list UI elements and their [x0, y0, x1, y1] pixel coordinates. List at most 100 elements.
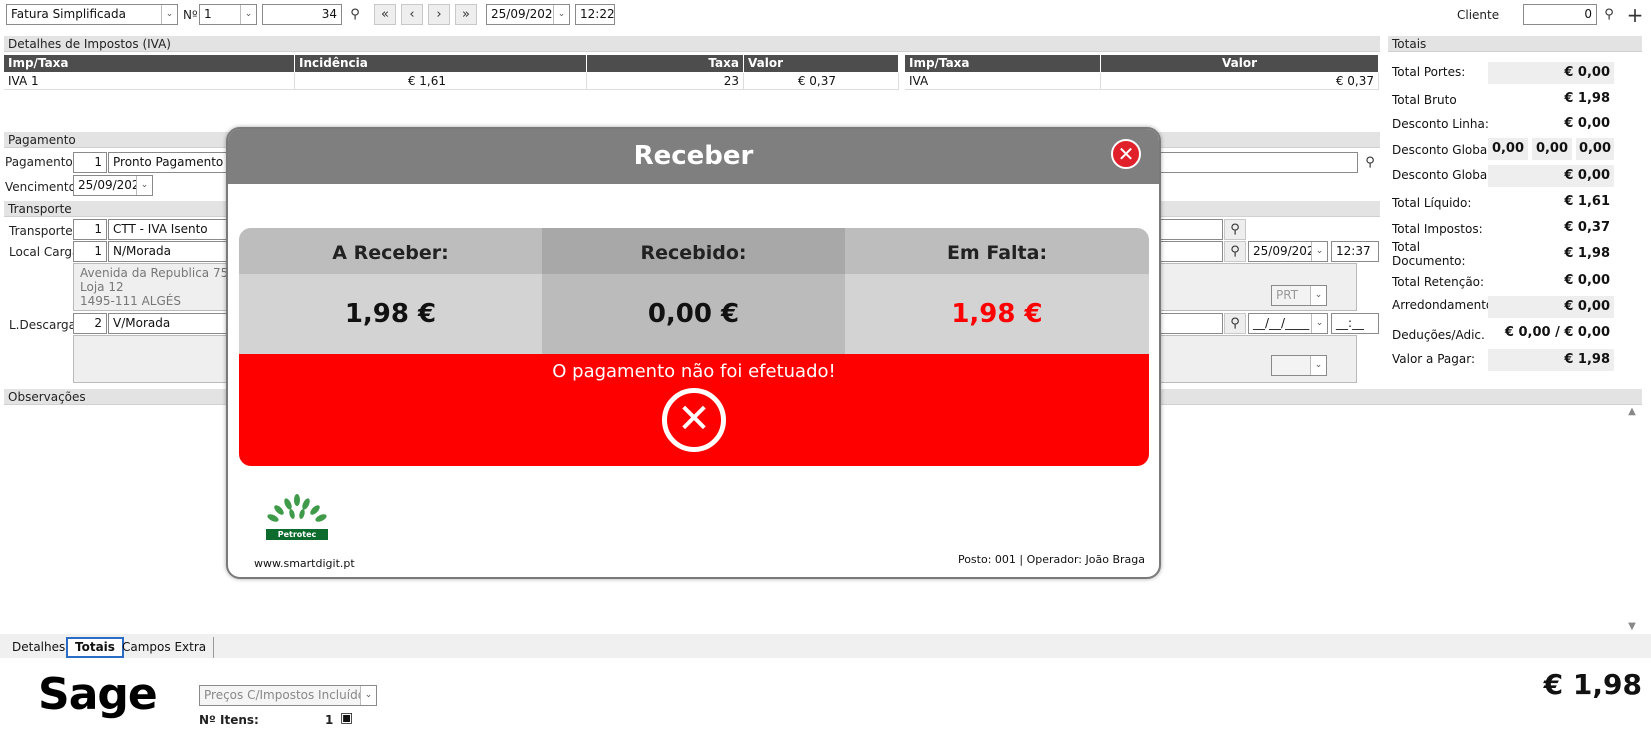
items-count-label: Nº Itens:: [199, 713, 259, 727]
chevron-down-icon[interactable]: ⌄: [553, 5, 569, 24]
doc-date-value: 25/09/2024: [491, 7, 561, 21]
website-text: www.smartdigit.pt: [254, 557, 355, 570]
search-transport-button[interactable]: ⚲: [1224, 219, 1246, 240]
search-payment-button[interactable]: ⚲: [1359, 152, 1381, 173]
tax-section-header: Detalhes de Impostos (IVA): [4, 36, 1380, 52]
box-icon: ▣: [340, 710, 354, 726]
total-label: Desconto Linha:: [1392, 117, 1489, 131]
unload-code-value: 2: [94, 316, 102, 330]
search-doc-button[interactable]: ⚲: [344, 4, 366, 25]
search-load-button[interactable]: ⚲: [1224, 241, 1246, 262]
load-time-input[interactable]: 12:37: [1331, 241, 1379, 262]
error-x-icon: ✕: [662, 388, 726, 452]
client-label: Cliente: [1457, 8, 1500, 22]
nav-last-button[interactable]: »: [455, 4, 477, 25]
chevron-down-icon[interactable]: ⌄: [161, 5, 177, 24]
tax-col-incidence: Incidência: [295, 55, 587, 72]
chevron-down-icon[interactable]: ⌄: [360, 686, 376, 705]
unload-country-select[interactable]: ⌄: [1271, 355, 1327, 376]
scroll-up-icon[interactable]: ▲: [1624, 406, 1640, 417]
chevron-down-icon[interactable]: ⌄: [1311, 242, 1327, 261]
search-client-button[interactable]: ⚲: [1598, 4, 1620, 25]
load-name-value: N/Morada: [113, 244, 171, 258]
transport-code-input[interactable]: 1: [73, 219, 107, 240]
doc-time-input[interactable]: 12:22: [575, 4, 615, 25]
global-discount-pct-1: 0,00: [1488, 138, 1528, 160]
tab-details[interactable]: Detalhes: [5, 637, 72, 658]
plus-icon: +: [1626, 2, 1644, 27]
global-discount-pct-2: 0,00: [1532, 138, 1572, 160]
payment-label: Pagamento: [5, 155, 73, 169]
price-mode-value: Preços C/Impostos Incluídos: [204, 688, 372, 702]
unload-code-input[interactable]: 2: [73, 313, 107, 334]
double-chevron-left-icon: «: [381, 7, 389, 22]
doc-number-input[interactable]: 34: [262, 4, 342, 25]
unload-date-value: __/__/____: [1253, 316, 1310, 330]
nav-next-button[interactable]: ›: [428, 4, 450, 25]
due-date-picker[interactable]: 25/09/2024 ⌄: [73, 175, 153, 196]
search-icon: ⚲: [1230, 244, 1240, 259]
doc-date-picker[interactable]: 25/09/2024 ⌄: [486, 4, 570, 25]
tax-cell-value: € 0,37: [744, 73, 899, 90]
transport-code-value: 1: [94, 222, 102, 236]
load-date-picker[interactable]: 25/09/2024 ⌄: [1248, 241, 1328, 262]
total-value: € 1,98: [1564, 91, 1610, 106]
tax-col-value: Valor: [744, 55, 899, 72]
scroll-down-icon[interactable]: ▼: [1624, 621, 1640, 632]
close-button[interactable]: ✕: [1111, 139, 1141, 169]
add-client-button[interactable]: +: [1624, 2, 1646, 27]
doc-type-select[interactable]: Fatura Simplificada ⌄: [6, 4, 178, 25]
tax-col-imp: Imp/Taxa: [4, 55, 295, 72]
chevron-down-icon[interactable]: ⌄: [1310, 286, 1326, 305]
search-icon: ⚲: [1604, 7, 1614, 22]
country-value: PRT: [1276, 288, 1299, 302]
chevron-down-icon[interactable]: ⌄: [136, 176, 152, 195]
sage-logo: Sage: [38, 669, 158, 720]
nav-first-button[interactable]: «: [374, 4, 396, 25]
petrotec-logo: Petrotec: [266, 494, 328, 540]
payment-code-value: 1: [94, 155, 102, 169]
chevron-down-icon[interactable]: ⌄: [1310, 356, 1326, 375]
tax-cell-incidence: € 1,61: [295, 73, 587, 90]
total-value: € 0,00 / € 0,00: [1504, 325, 1610, 340]
search-icon: ⚲: [350, 7, 360, 22]
search-unload-button[interactable]: ⚲: [1224, 313, 1246, 334]
nav-prev-button[interactable]: ‹: [401, 4, 423, 25]
missing-label: Em Falta:: [845, 228, 1149, 274]
tax-summary-col-value: Valor: [1101, 55, 1379, 72]
error-message: O pagamento não foi efetuado!: [552, 361, 836, 382]
missing-value: 1,98 €: [845, 274, 1149, 354]
transport-label: Transporte: [9, 224, 73, 238]
price-mode-select[interactable]: Preços C/Impostos Incluídos ⌄: [199, 685, 377, 706]
unload-time-input[interactable]: __:__: [1331, 313, 1379, 334]
station-operator-text: Posto: 001 | Operador: João Braga: [957, 553, 1145, 566]
petrotec-logo-text: Petrotec: [266, 529, 328, 540]
tax-summary-col-imp: Imp/Taxa: [905, 55, 1101, 72]
total-label: Total Documento:: [1392, 240, 1466, 268]
load-code-value: 1: [94, 244, 102, 258]
to-receive-value: 1,98 €: [239, 274, 542, 354]
unload-date-picker[interactable]: __/__/____ ⌄: [1248, 313, 1328, 334]
dialog-title: Receber: [228, 129, 1159, 184]
load-time-value: 12:37: [1336, 244, 1371, 258]
tax-cell-rate: 23: [587, 73, 744, 90]
client-value: 0: [1584, 7, 1592, 21]
doc-type-value: Fatura Simplificada: [11, 7, 126, 21]
country-select[interactable]: PRT ⌄: [1271, 285, 1327, 306]
items-count-value: 1: [325, 713, 334, 727]
receive-payment-dialog: Receber ✕ A Receber: 1,98 € Recebido: 0,…: [226, 127, 1161, 579]
payment-error-banner: O pagamento não foi efetuado! ✕: [239, 354, 1149, 466]
total-label: Total Bruto: [1392, 93, 1457, 107]
load-code-input[interactable]: 1: [73, 241, 107, 262]
chevron-down-icon[interactable]: ⌄: [240, 5, 256, 24]
client-input[interactable]: 0: [1523, 4, 1597, 25]
observations-scrollbar[interactable]: ▲ ▼: [1624, 406, 1640, 632]
transport-name-value: CTT - IVA Isento: [113, 222, 208, 236]
series-select[interactable]: 1 ⌄: [199, 4, 257, 25]
total-label: Total Portes:: [1392, 65, 1466, 79]
chevron-down-icon[interactable]: ⌄: [1311, 314, 1327, 333]
payment-code-input[interactable]: 1: [73, 152, 107, 173]
total-value: € 1,98: [1564, 246, 1610, 261]
total-value: € 0,00: [1488, 62, 1614, 84]
tab-extra-fields[interactable]: Campos Extra: [115, 637, 215, 658]
